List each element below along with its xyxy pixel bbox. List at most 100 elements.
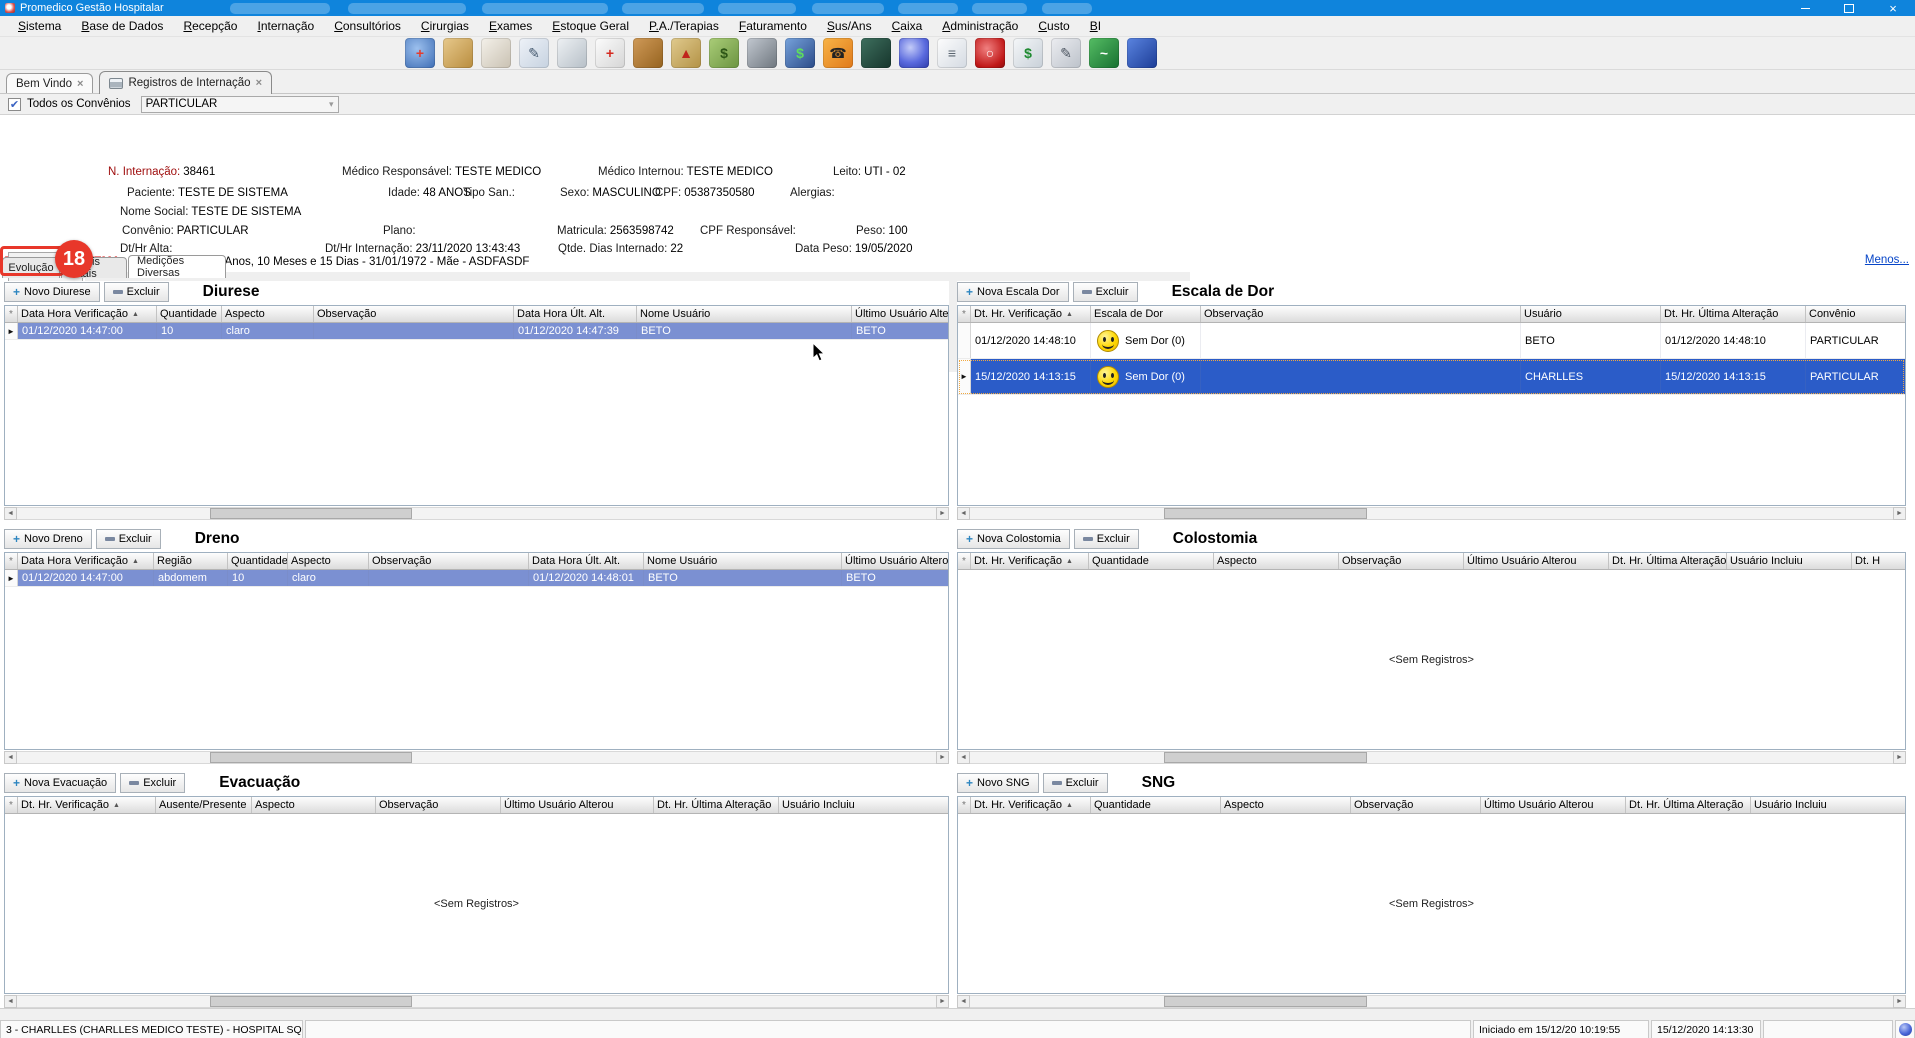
column-header[interactable]: Quantidade [228, 553, 288, 569]
column-header[interactable]: Dt. H [1852, 553, 1906, 569]
column-header[interactable]: Dt. Hr. Última Alteração [1661, 306, 1806, 322]
novo-escala-de-dor-button[interactable]: Nova Escala Dor [957, 282, 1069, 302]
column-header[interactable]: Aspecto [1221, 797, 1351, 813]
sng-hscrollbar[interactable] [957, 995, 1906, 1008]
close-button[interactable] [1871, 0, 1915, 16]
column-header[interactable]: Último Usuário Alterou [852, 306, 949, 322]
menu-item-cirurgias[interactable]: Cirurgias [411, 16, 479, 36]
column-header[interactable]: Observação [1201, 306, 1521, 322]
scroll-left-icon[interactable] [957, 507, 970, 520]
convenio-dropdown[interactable]: PARTICULAR [141, 96, 339, 113]
scroll-left-icon[interactable] [4, 751, 17, 764]
menu-item-exames[interactable]: Exames [479, 16, 542, 36]
novo-sng-button[interactable]: Novo SNG [957, 773, 1039, 793]
stock-box-icon[interactable] [633, 38, 663, 68]
menu-item-p-a-terapias[interactable]: P.A./Terapias [639, 16, 729, 36]
menu-item-base-de-dados[interactable]: Base de Dados [71, 16, 173, 36]
escala-de-dor-hscrollbar[interactable] [957, 507, 1906, 520]
table-row[interactable]: ►15/12/2020 14:13:15Sem Dor (0)CHARLLES1… [958, 359, 1905, 395]
scroll-left-icon[interactable] [4, 995, 17, 1008]
table-row[interactable]: ►01/12/2020 14:47:0010claro01/12/2020 14… [5, 323, 948, 340]
scroll-right-icon[interactable] [936, 995, 949, 1008]
column-header[interactable]: Dt. Hr. Verificação▲ [971, 797, 1091, 813]
sng-grid[interactable]: *Dt. Hr. Verificação▲QuantidadeAspectoOb… [957, 796, 1906, 994]
column-header[interactable]: Ausente/Presente [156, 797, 252, 813]
column-header[interactable]: Dt. Hr. Última Alteração [1626, 797, 1751, 813]
doctor-icon[interactable] [481, 38, 511, 68]
column-header[interactable]: Usuário Incluiu [779, 797, 949, 813]
todos-convenios-checkbox[interactable] [8, 98, 21, 111]
menu-item-interna-o[interactable]: Internação [247, 16, 324, 36]
column-header[interactable]: Quantidade [157, 306, 222, 322]
column-header[interactable]: Dt. Hr. Verificação▲ [18, 797, 156, 813]
excluir-diurese-button[interactable]: Excluir [104, 282, 169, 302]
column-header[interactable]: Aspecto [252, 797, 376, 813]
dreno-grid[interactable]: *Data Hora Verificação▲RegiãoQuantidadeA… [4, 552, 949, 750]
column-header[interactable]: Aspecto [222, 306, 314, 322]
column-header[interactable]: Aspecto [288, 553, 369, 569]
scroll-right-icon[interactable] [936, 751, 949, 764]
scrollbar-thumb[interactable] [1164, 752, 1367, 763]
menu-item-consult-rios[interactable]: Consultórios [324, 16, 411, 36]
column-header[interactable]: Data Hora Últ. Alt. [529, 553, 644, 569]
column-header[interactable]: Observação [376, 797, 501, 813]
column-header[interactable]: Dt. Hr. Verificação▲ [971, 306, 1091, 322]
colostomia-grid[interactable]: *Dt. Hr. Verificação▲QuantidadeAspectoOb… [957, 552, 1906, 750]
hospital-bed-icon[interactable] [557, 38, 587, 68]
novo-diurese-button[interactable]: Novo Diurese [4, 282, 100, 302]
novo-evacuacao-button[interactable]: Nova Evacuação [4, 773, 116, 793]
patients-folder-icon[interactable] [443, 38, 473, 68]
novo-colostomia-button[interactable]: Nova Colostomia [957, 529, 1070, 549]
scrollbar-track[interactable] [970, 751, 1893, 764]
column-header[interactable]: Usuário Incluiu [1727, 553, 1852, 569]
column-header[interactable]: Usuário Incluiu [1751, 797, 1906, 813]
maximize-button[interactable] [1827, 0, 1871, 16]
ambulance-icon[interactable]: + [595, 38, 625, 68]
vitals-book-icon[interactable]: ~ [1089, 38, 1119, 68]
excluir-escala-de-dor-button[interactable]: Excluir [1073, 282, 1138, 302]
ledger-book-icon[interactable] [861, 38, 891, 68]
menu-item-estoque-geral[interactable]: Estoque Geral [542, 16, 639, 36]
scrollbar-track[interactable] [17, 751, 936, 764]
menos-link[interactable]: Menos... [1865, 254, 1909, 266]
phone-directory-icon[interactable]: ☎ [823, 38, 853, 68]
scroll-left-icon[interactable] [957, 751, 970, 764]
invoice-search-icon[interactable]: $ [1013, 38, 1043, 68]
menu-item-caixa[interactable]: Caixa [882, 16, 933, 36]
clipboard-pen-icon[interactable]: ✎ [1051, 38, 1081, 68]
column-header[interactable]: Data Hora Verificação▲ [18, 306, 157, 322]
escala-de-dor-grid[interactable]: *Dt. Hr. Verificação▲Escala de DorObserv… [957, 305, 1906, 506]
scrollbar-track[interactable] [970, 507, 1893, 520]
scrollbar-track[interactable] [17, 995, 936, 1008]
patient-book-icon[interactable] [1127, 38, 1157, 68]
menu-item-custo[interactable]: Custo [1028, 16, 1079, 36]
menu-item-sistema[interactable]: Sistema [8, 16, 71, 36]
scroll-right-icon[interactable] [1893, 507, 1906, 520]
column-header[interactable]: Data Hora Últ. Alt. [514, 306, 637, 322]
scrollbar-track[interactable] [970, 995, 1893, 1008]
column-header[interactable]: Data Hora Verificação▲ [18, 553, 154, 569]
scroll-right-icon[interactable] [1893, 995, 1906, 1008]
column-header[interactable]: Último Usuário Alterou [842, 553, 949, 569]
menu-item-administra-o[interactable]: Administração [932, 16, 1028, 36]
menu-item-faturamento[interactable]: Faturamento [729, 16, 817, 36]
excluir-dreno-button[interactable]: Excluir [96, 529, 161, 549]
excluir-evacuacao-button[interactable]: Excluir [120, 773, 185, 793]
report-grid-icon[interactable]: ≡ [937, 38, 967, 68]
scroll-right-icon[interactable] [1893, 751, 1906, 764]
billing-monitor-icon[interactable]: $ [785, 38, 815, 68]
menu-item-sus-ans[interactable]: Sus/Ans [817, 16, 882, 36]
scrollbar-thumb[interactable] [210, 508, 412, 519]
scrollbar-thumb[interactable] [210, 752, 412, 763]
column-header[interactable]: Último Usuário Alterou [1481, 797, 1626, 813]
scrollbar-track[interactable] [17, 507, 936, 520]
tab-registros-de-internacao[interactable]: Registros de Internação [99, 71, 272, 94]
column-header[interactable]: Usuário [1521, 306, 1661, 322]
tab-bem-vindo[interactable]: Bem Vindo [6, 73, 93, 93]
scrollbar-thumb[interactable] [210, 996, 412, 1007]
menu-item-recep-o[interactable]: Recepção [173, 16, 247, 36]
column-header[interactable]: Nome Usuário [644, 553, 842, 569]
chat-orb-icon[interactable] [899, 38, 929, 68]
column-header[interactable]: Último Usuário Alterou [501, 797, 654, 813]
minimize-button[interactable] [1783, 0, 1827, 16]
